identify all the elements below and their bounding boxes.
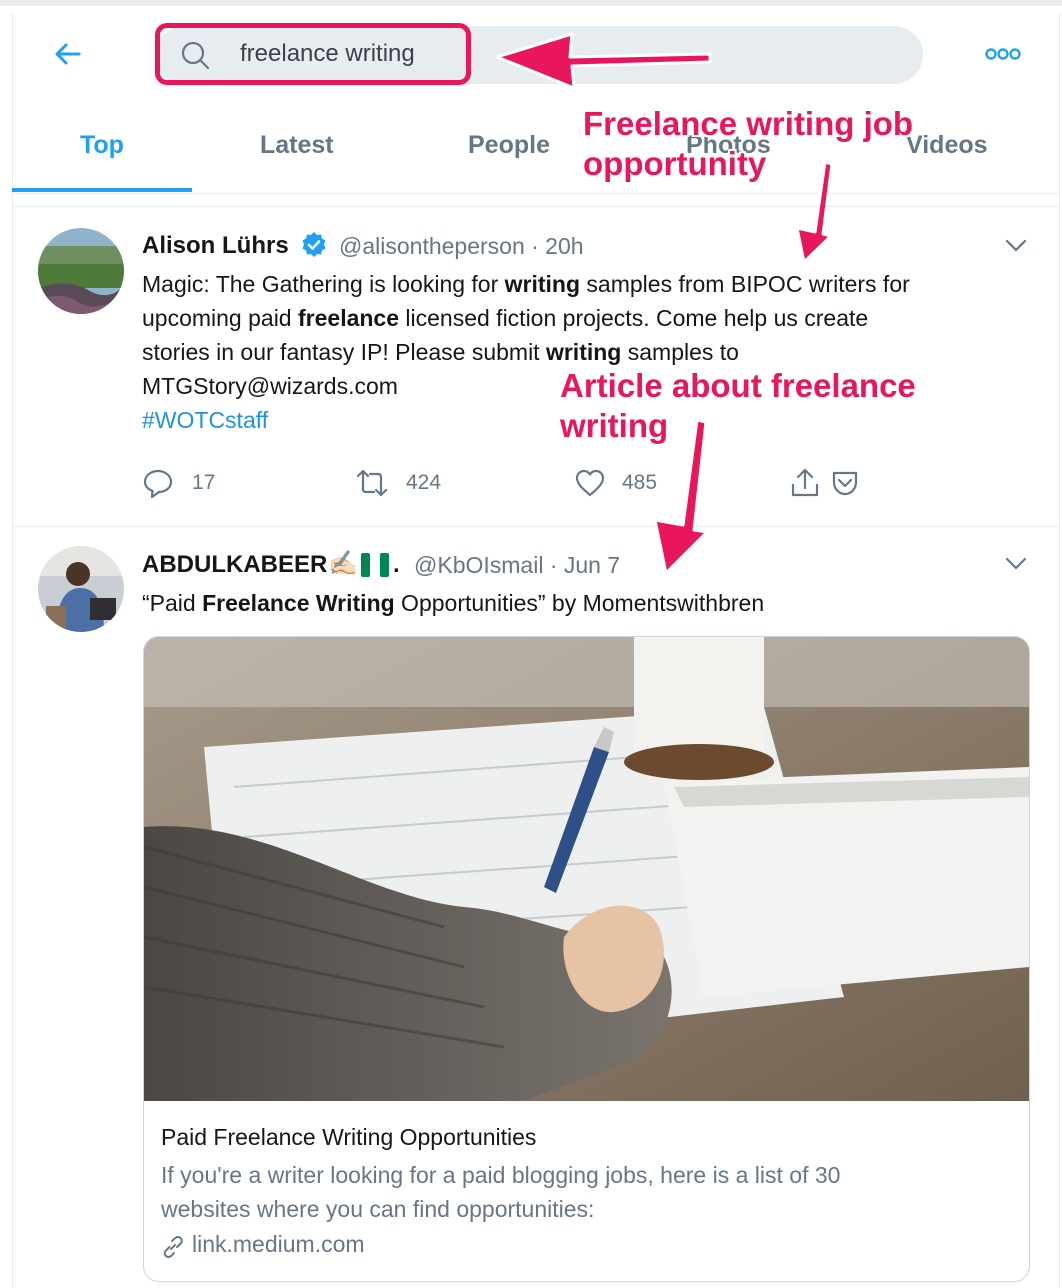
card-description: websites where you can find opportunitie… (161, 1196, 595, 1222)
window-top-strip (0, 0, 1062, 6)
tweet-handle-time[interactable]: @KbOIsmail · Jun 7 (414, 552, 620, 579)
annotation-job-opportunity: opportunity (583, 145, 767, 182)
tab-latest[interactable]: Latest (260, 131, 334, 160)
writing-hand-emoji: ✍🏻 (328, 550, 358, 577)
more-dots-icon[interactable] (985, 46, 1021, 62)
card-link-domain[interactable]: link.medium.com (192, 1231, 365, 1258)
retweet-count: 424 (406, 471, 442, 494)
avatar[interactable] (38, 546, 124, 632)
share-icon[interactable] (789, 467, 821, 499)
search-input[interactable]: freelance writing (240, 40, 415, 68)
tab-people[interactable]: People (468, 131, 550, 160)
reply-count: 17 (192, 471, 216, 494)
article-image (144, 637, 1029, 1101)
arrow-left-icon[interactable] (52, 38, 84, 70)
reply-icon[interactable] (142, 467, 174, 499)
tweet-text-line: “Paid Freelance Writing Opportunities” b… (142, 590, 765, 616)
pocket-save-icon[interactable] (829, 467, 861, 499)
feed-top-divider (12, 206, 1058, 207)
tweet-author-name[interactable]: ABDULKABEER (142, 551, 327, 579)
active-tab-indicator (12, 188, 192, 192)
heart-icon[interactable] (574, 467, 606, 499)
nigeria-flag-icon (361, 553, 389, 577)
tabs-divider (12, 193, 1058, 194)
card-description: If you're a writer looking for a paid bl… (161, 1162, 841, 1188)
like-count: 485 (622, 471, 658, 494)
tab-top[interactable]: Top (80, 131, 124, 160)
chevron-down-icon[interactable] (1005, 239, 1027, 253)
tweet-divider (12, 526, 1058, 527)
hashtag-link[interactable]: #WOTCstaff (142, 407, 268, 434)
tweet-author-name[interactable]: Alison Lührs (142, 232, 289, 260)
verified-badge-icon (302, 232, 326, 257)
chevron-down-icon[interactable] (1005, 557, 1027, 571)
link-preview-card[interactable]: Paid Freelance Writing Opportunities If … (143, 636, 1030, 1282)
tweet-author-name-suffix: . (393, 551, 400, 578)
tweet-text-line: stories in our fantasy IP! Please submit… (142, 339, 739, 365)
tweet-text-line: upcoming paid freelance licensed fiction… (142, 305, 869, 331)
avatar[interactable] (38, 228, 124, 314)
annotation-job-opportunity: Freelance writing job (583, 105, 914, 142)
tweet-text-line: Magic: The Gathering is looking for writ… (142, 271, 910, 297)
annotation-article: Article about freelance (560, 367, 916, 404)
tab-videos[interactable]: Videos (906, 131, 988, 160)
search-icon (181, 41, 210, 70)
card-title: Paid Freelance Writing Opportunities (161, 1124, 537, 1150)
tweet-email-link[interactable]: MTGStory@wizards.com (142, 373, 398, 400)
annotation-article: writing (560, 407, 669, 444)
tweet-handle-time[interactable]: @alisontheperson · 20h (339, 233, 584, 260)
link-icon (163, 1236, 183, 1259)
retweet-icon[interactable] (356, 467, 388, 499)
